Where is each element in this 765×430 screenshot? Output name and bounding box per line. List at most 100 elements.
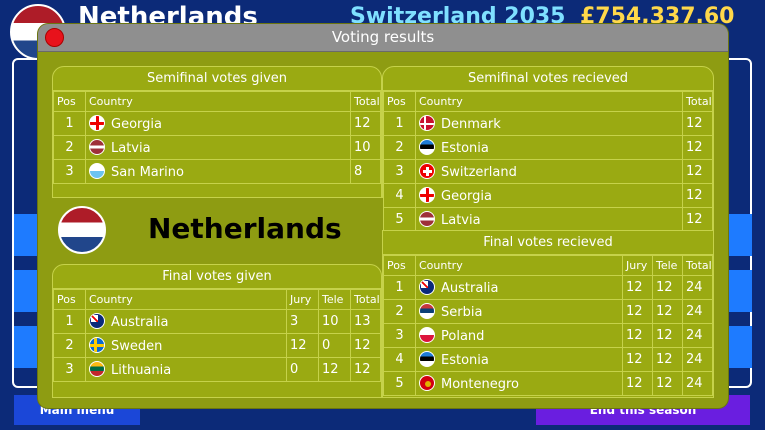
row-position: 4: [383, 347, 416, 372]
row-country: Australia: [415, 275, 623, 300]
row-total: 12: [682, 111, 713, 136]
row-country: Estonia: [415, 347, 623, 372]
row-total: 12: [682, 159, 713, 184]
row-position: 5: [383, 207, 416, 232]
row-jury: 0: [286, 357, 319, 382]
table-row: 5 Latvia 12: [383, 207, 713, 232]
row-position: 1: [383, 111, 416, 136]
country-label: San Marino: [111, 165, 184, 180]
col-country: Country: [85, 289, 287, 310]
row-tele: 12: [652, 371, 683, 396]
san-marino-flag-icon: [89, 163, 105, 179]
dialog-titlebar[interactable]: Voting results: [38, 24, 728, 52]
row-position: 1: [53, 309, 86, 334]
col-country: Country: [415, 91, 683, 112]
country-label: Georgia: [111, 117, 162, 132]
row-total: 12: [350, 111, 381, 136]
semifinal-votes-given-table: Semifinal votes given Pos Country Total …: [52, 66, 382, 198]
section-heading: Semifinal votes given: [53, 67, 381, 91]
col-jury: Jury: [622, 255, 653, 276]
country-label: Australia: [111, 315, 169, 330]
row-jury: 12: [622, 275, 653, 300]
row-total: 24: [682, 371, 713, 396]
row-position: 3: [383, 159, 416, 184]
row-tele: 10: [318, 309, 351, 334]
col-tele: Tele: [318, 289, 351, 310]
col-pos: Pos: [53, 289, 86, 310]
row-position: 3: [383, 323, 416, 348]
table-row: 3 Switzerland 12: [383, 159, 713, 184]
table-row: 1 Australia 3 10 13: [53, 309, 381, 334]
australia-flag-icon: [89, 313, 105, 329]
country-label: Serbia: [441, 305, 483, 320]
row-total: 24: [682, 347, 713, 372]
row-total: 12: [682, 207, 713, 232]
col-jury: Jury: [286, 289, 319, 310]
row-country: Georgia: [415, 183, 683, 208]
col-country: Country: [415, 255, 623, 276]
row-total: 8: [350, 159, 381, 184]
row-total: 10: [350, 135, 381, 160]
row-country: Latvia: [85, 135, 351, 160]
row-jury: 12: [622, 347, 653, 372]
section-heading: Semifinal votes recieved: [383, 67, 713, 91]
estonia-flag-icon: [419, 139, 435, 155]
row-total: 24: [682, 323, 713, 348]
country-label: Lithuania: [111, 363, 172, 378]
row-tele: 0: [318, 333, 351, 358]
row-country: Switzerland: [415, 159, 683, 184]
netherlands-flag-icon: [58, 206, 106, 254]
row-country: Latvia: [415, 207, 683, 232]
country-label: Latvia: [111, 141, 151, 156]
row-country: San Marino: [85, 159, 351, 184]
col-total: Total: [350, 91, 381, 112]
row-country: Estonia: [415, 135, 683, 160]
row-jury: 12: [622, 371, 653, 396]
row-jury: 12: [286, 333, 319, 358]
country-label: Sweden: [111, 339, 163, 354]
row-country: Montenegro: [415, 371, 623, 396]
poland-flag-icon: [419, 327, 435, 343]
row-country: Australia: [85, 309, 287, 334]
country-label: Estonia: [441, 141, 489, 156]
country-label: Latvia: [441, 213, 481, 228]
georgia-flag-icon: [419, 187, 435, 203]
row-total: 12: [350, 333, 381, 358]
row-country: Sweden: [85, 333, 287, 358]
col-pos: Pos: [53, 91, 86, 112]
row-total: 12: [682, 183, 713, 208]
table-row: 3 San Marino 8: [53, 159, 381, 184]
country-label: Montenegro: [441, 377, 520, 392]
country-label: Poland: [441, 329, 485, 344]
row-position: 3: [53, 357, 86, 382]
sweden-flag-icon: [89, 337, 105, 353]
australia-flag-icon: [419, 279, 435, 295]
row-total: 24: [682, 299, 713, 324]
estonia-flag-icon: [419, 351, 435, 367]
row-country: Georgia: [85, 111, 351, 136]
final-votes-received-table: Final votes recieved Pos Country Jury Te…: [382, 230, 714, 398]
denmark-flag-icon: [419, 115, 435, 131]
country-label: Denmark: [441, 117, 501, 132]
row-position: 2: [383, 135, 416, 160]
latvia-flag-icon: [89, 139, 105, 155]
table-row: 1 Denmark 12: [383, 111, 713, 136]
section-heading: Final votes given: [53, 265, 381, 289]
table-row: 5 Montenegro 12 12 24: [383, 371, 713, 396]
table-row: 2 Serbia 12 12 24: [383, 299, 713, 324]
country-banner: Netherlands: [38, 198, 383, 260]
col-pos: Pos: [383, 91, 416, 112]
country-name: Netherlands: [148, 212, 342, 245]
col-tele: Tele: [652, 255, 683, 276]
row-tele: 12: [652, 347, 683, 372]
row-tele: 12: [318, 357, 351, 382]
table-row: 3 Poland 12 12 24: [383, 323, 713, 348]
serbia-flag-icon: [419, 303, 435, 319]
country-label: Switzerland: [441, 165, 517, 180]
country-label: Australia: [441, 281, 499, 296]
country-label: Georgia: [441, 189, 492, 204]
row-position: 2: [53, 135, 86, 160]
row-country: Serbia: [415, 299, 623, 324]
table-row: 4 Georgia 12: [383, 183, 713, 208]
voting-results-dialog: Voting results Semifinal votes given Pos…: [38, 24, 728, 408]
